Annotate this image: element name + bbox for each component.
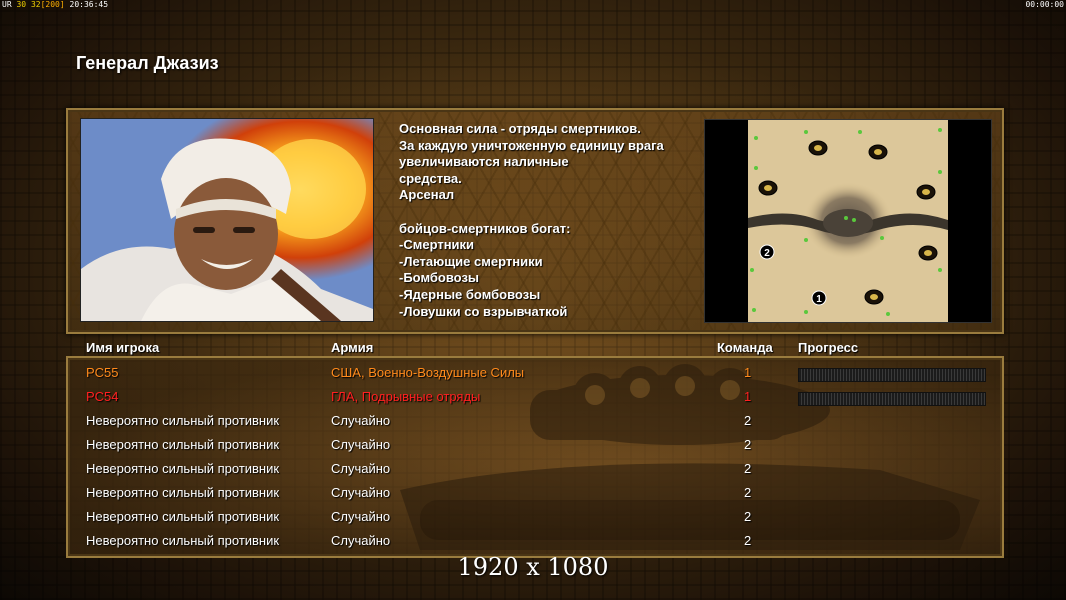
table-row[interactable]: Невероятно сильный противник Случайно 2 bbox=[0, 484, 1066, 502]
player-army: Случайно bbox=[331, 509, 391, 524]
player-name: PC54 bbox=[86, 389, 119, 404]
player-name: Невероятно сильный противник bbox=[86, 461, 280, 476]
header-army: Армия bbox=[331, 340, 374, 355]
player-army: США, Военно-Воздушные Силы bbox=[331, 365, 525, 380]
player-team: 2 bbox=[744, 533, 752, 548]
player-name: Невероятно сильный противник bbox=[86, 413, 280, 428]
player-army: Случайно bbox=[331, 461, 391, 476]
table-row[interactable]: PC55 США, Военно-Воздушные Силы 1 bbox=[0, 364, 1066, 382]
header-player-name: Имя игрока bbox=[86, 340, 160, 355]
player-army: ГЛА, Подрывные отряды bbox=[331, 389, 481, 404]
player-progress-bar bbox=[798, 368, 986, 382]
player-progress-bar bbox=[798, 392, 986, 406]
hud-prefix: UR bbox=[2, 0, 12, 9]
player-team: 2 bbox=[744, 485, 752, 500]
page-title: Генерал Джазиз bbox=[76, 53, 219, 73]
hud-fps: 30 bbox=[16, 0, 27, 9]
player-name: Невероятно сильный противник bbox=[86, 437, 280, 452]
player-team: 1 bbox=[744, 365, 752, 380]
general-portrait bbox=[80, 118, 374, 322]
player-name: Невероятно сильный противник bbox=[86, 533, 280, 548]
player-army: Случайно bbox=[331, 437, 391, 452]
minimap-start-1-label: 1 bbox=[816, 294, 822, 305]
player-team: 1 bbox=[744, 389, 752, 404]
hud-cap: [200] bbox=[40, 0, 65, 9]
minimap-start-2[interactable]: 2 bbox=[759, 244, 775, 260]
hud-timer: 00:00:00 bbox=[1025, 0, 1064, 9]
table-row[interactable]: Невероятно сильный противник Случайно 2 bbox=[0, 436, 1066, 454]
player-army: Случайно bbox=[331, 485, 391, 500]
player-team: 2 bbox=[744, 509, 752, 524]
player-army: Случайно bbox=[331, 533, 391, 548]
player-name: Невероятно сильный противник bbox=[86, 485, 280, 500]
hud-clock: 20:36:45 bbox=[69, 0, 109, 9]
resolution-label: 1920 x 1080 bbox=[457, 553, 609, 581]
player-army: Случайно bbox=[331, 413, 391, 428]
minimap-start-1[interactable]: 1 bbox=[811, 290, 827, 306]
hud-stats: UR 30 32[200] 20:36:45 bbox=[2, 0, 108, 9]
minimap-terrain[interactable]: 2 1 bbox=[748, 120, 948, 322]
table-row[interactable]: Невероятно сильный противник Случайно 2 bbox=[0, 460, 1066, 478]
table-row[interactable]: PC54 ГЛА, Подрывные отряды 1 bbox=[0, 388, 1066, 406]
player-team: 2 bbox=[744, 413, 752, 428]
table-row[interactable]: Невероятно сильный противник Случайно 2 bbox=[0, 508, 1066, 526]
minimap[interactable]: 2 1 bbox=[704, 119, 992, 323]
minimap-start-2-label: 2 bbox=[764, 248, 770, 259]
player-team: 2 bbox=[744, 461, 752, 476]
player-team: 2 bbox=[744, 437, 752, 452]
table-row[interactable]: Невероятно сильный противник Случайно 2 bbox=[0, 412, 1066, 430]
table-row[interactable]: Невероятно сильный противник Случайно 2 bbox=[0, 532, 1066, 550]
hud-bar: UR 30 32[200] 20:36:45 00:00:00 bbox=[0, 0, 1066, 10]
player-name: PC55 bbox=[86, 365, 119, 380]
player-name: Невероятно сильный противник bbox=[86, 509, 280, 524]
general-description: Основная сила - отряды смертников. За ка… bbox=[399, 121, 664, 319]
hud-fps-extra: 32 bbox=[30, 0, 41, 9]
